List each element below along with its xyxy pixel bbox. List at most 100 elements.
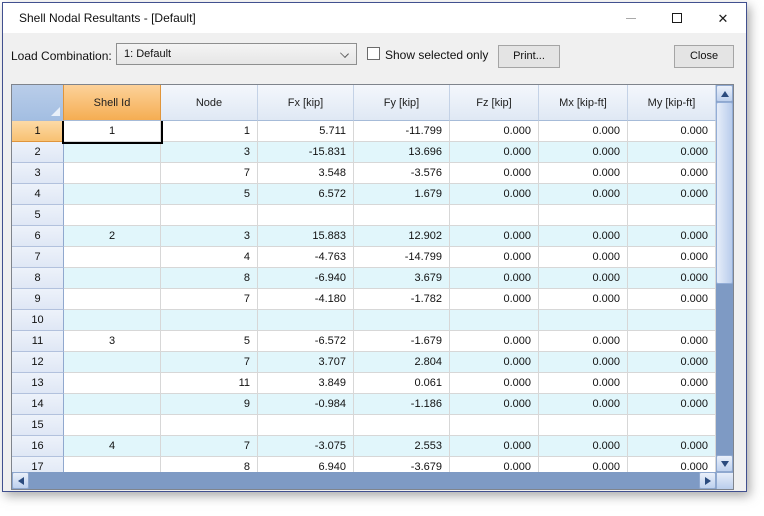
cell-my[interactable] xyxy=(628,205,716,226)
cell-node[interactable]: 5 xyxy=(161,331,258,352)
cell-mx[interactable]: 0.000 xyxy=(539,247,628,268)
cell-shell-id[interactable] xyxy=(64,163,161,184)
cell-my[interactable]: 0.000 xyxy=(628,142,716,163)
cell-mx[interactable]: 0.000 xyxy=(539,184,628,205)
cell-fx[interactable]: -4.180 xyxy=(258,289,354,310)
cell-fz[interactable]: 0.000 xyxy=(450,331,539,352)
cell-mx[interactable]: 0.000 xyxy=(539,373,628,394)
cell-shell-id[interactable]: 4 xyxy=(64,436,161,457)
cell-fx[interactable]: 3.707 xyxy=(258,352,354,373)
cell-node[interactable]: 7 xyxy=(161,289,258,310)
cell-fy[interactable]: 3.679 xyxy=(354,268,450,289)
cell-mx[interactable]: 0.000 xyxy=(539,268,628,289)
cell-fy[interactable]: -1.186 xyxy=(354,394,450,415)
cell-fx[interactable]: -0.984 xyxy=(258,394,354,415)
cell-mx[interactable]: 0.000 xyxy=(539,457,628,472)
cell-my[interactable]: 0.000 xyxy=(628,163,716,184)
cell-node[interactable]: 5 xyxy=(161,184,258,205)
cell-shell-id[interactable] xyxy=(64,184,161,205)
cell-fz[interactable]: 0.000 xyxy=(450,457,539,472)
cell-fy[interactable]: 2.553 xyxy=(354,436,450,457)
cell-mx[interactable] xyxy=(539,310,628,331)
cell-shell-id[interactable] xyxy=(64,205,161,226)
cell-my[interactable]: 0.000 xyxy=(628,457,716,472)
cell-fz[interactable]: 0.000 xyxy=(450,352,539,373)
cell-fz[interactable]: 0.000 xyxy=(450,373,539,394)
row-header[interactable]: 10 xyxy=(12,310,64,331)
cell-node[interactable] xyxy=(161,205,258,226)
cell-shell-id[interactable] xyxy=(64,142,161,163)
cell-fx[interactable] xyxy=(258,415,354,436)
cell-my[interactable]: 0.000 xyxy=(628,352,716,373)
column-header-fx[interactable]: Fx [kip] xyxy=(258,85,354,121)
cell-node[interactable]: 4 xyxy=(161,247,258,268)
row-header[interactable]: 7 xyxy=(12,247,64,268)
scroll-down-button[interactable] xyxy=(716,455,733,472)
cell-fy[interactable]: -14.799 xyxy=(354,247,450,268)
row-header[interactable]: 12 xyxy=(12,352,64,373)
cell-fy[interactable] xyxy=(354,310,450,331)
cell-shell-id[interactable] xyxy=(64,352,161,373)
column-header-my[interactable]: My [kip-ft] xyxy=(628,85,716,121)
select-all-corner[interactable] xyxy=(12,85,64,121)
cell-fx[interactable]: 5.711 xyxy=(258,121,354,142)
cell-fx[interactable]: 6.940 xyxy=(258,457,354,472)
cell-fz[interactable]: 0.000 xyxy=(450,436,539,457)
cell-fz[interactable] xyxy=(450,310,539,331)
cell-my[interactable]: 0.000 xyxy=(628,268,716,289)
cell-node[interactable]: 3 xyxy=(161,142,258,163)
cell-fy[interactable]: -3.576 xyxy=(354,163,450,184)
cell-node[interactable] xyxy=(161,415,258,436)
cell-mx[interactable] xyxy=(539,205,628,226)
column-header-fz[interactable]: Fz [kip] xyxy=(450,85,539,121)
cell-fx[interactable]: -4.763 xyxy=(258,247,354,268)
vertical-scroll-thumb[interactable] xyxy=(716,102,733,284)
row-header[interactable]: 9 xyxy=(12,289,64,310)
row-header[interactable]: 4 xyxy=(12,184,64,205)
cell-fx[interactable]: 6.572 xyxy=(258,184,354,205)
cell-fy[interactable] xyxy=(354,415,450,436)
cell-fy[interactable]: -1.782 xyxy=(354,289,450,310)
cell-shell-id[interactable] xyxy=(64,373,161,394)
cell-my[interactable]: 0.000 xyxy=(628,436,716,457)
cell-fy[interactable]: 13.696 xyxy=(354,142,450,163)
row-header[interactable]: 17 xyxy=(12,457,64,472)
vertical-scrollbar[interactable] xyxy=(716,85,733,472)
row-header[interactable]: 11 xyxy=(12,331,64,352)
cell-node[interactable]: 1 xyxy=(161,121,258,142)
cell-shell-id[interactable] xyxy=(64,415,161,436)
cell-my[interactable]: 0.000 xyxy=(628,121,716,142)
row-header[interactable]: 1 xyxy=(12,121,64,142)
cell-node[interactable]: 7 xyxy=(161,436,258,457)
row-header[interactable]: 16 xyxy=(12,436,64,457)
cell-fz[interactable]: 0.000 xyxy=(450,226,539,247)
cell-fz[interactable]: 0.000 xyxy=(450,268,539,289)
row-header[interactable]: 14 xyxy=(12,394,64,415)
cell-shell-id[interactable] xyxy=(64,394,161,415)
cell-mx[interactable]: 0.000 xyxy=(539,352,628,373)
cell-fy[interactable]: 2.804 xyxy=(354,352,450,373)
cell-fy[interactable]: 0.061 xyxy=(354,373,450,394)
horizontal-scrollbar[interactable] xyxy=(12,472,716,489)
cell-node[interactable]: 7 xyxy=(161,352,258,373)
cell-fy[interactable]: 1.679 xyxy=(354,184,450,205)
cell-shell-id[interactable]: 2 xyxy=(64,226,161,247)
cell-shell-id[interactable] xyxy=(64,289,161,310)
cell-mx[interactable]: 0.000 xyxy=(539,121,628,142)
print-button[interactable]: Print... xyxy=(498,45,560,68)
cell-my[interactable]: 0.000 xyxy=(628,184,716,205)
cell-fx[interactable]: -6.572 xyxy=(258,331,354,352)
cell-mx[interactable]: 0.000 xyxy=(539,226,628,247)
cell-shell-id[interactable] xyxy=(64,247,161,268)
cell-fz[interactable] xyxy=(450,205,539,226)
row-header[interactable]: 8 xyxy=(12,268,64,289)
cell-fx[interactable] xyxy=(258,205,354,226)
cell-my[interactable]: 0.000 xyxy=(628,226,716,247)
cell-node[interactable]: 7 xyxy=(161,163,258,184)
cell-fx[interactable] xyxy=(258,310,354,331)
row-header[interactable]: 13 xyxy=(12,373,64,394)
scroll-up-button[interactable] xyxy=(716,85,733,102)
cell-node[interactable] xyxy=(161,310,258,331)
cell-mx[interactable]: 0.000 xyxy=(539,394,628,415)
row-header[interactable]: 2 xyxy=(12,142,64,163)
